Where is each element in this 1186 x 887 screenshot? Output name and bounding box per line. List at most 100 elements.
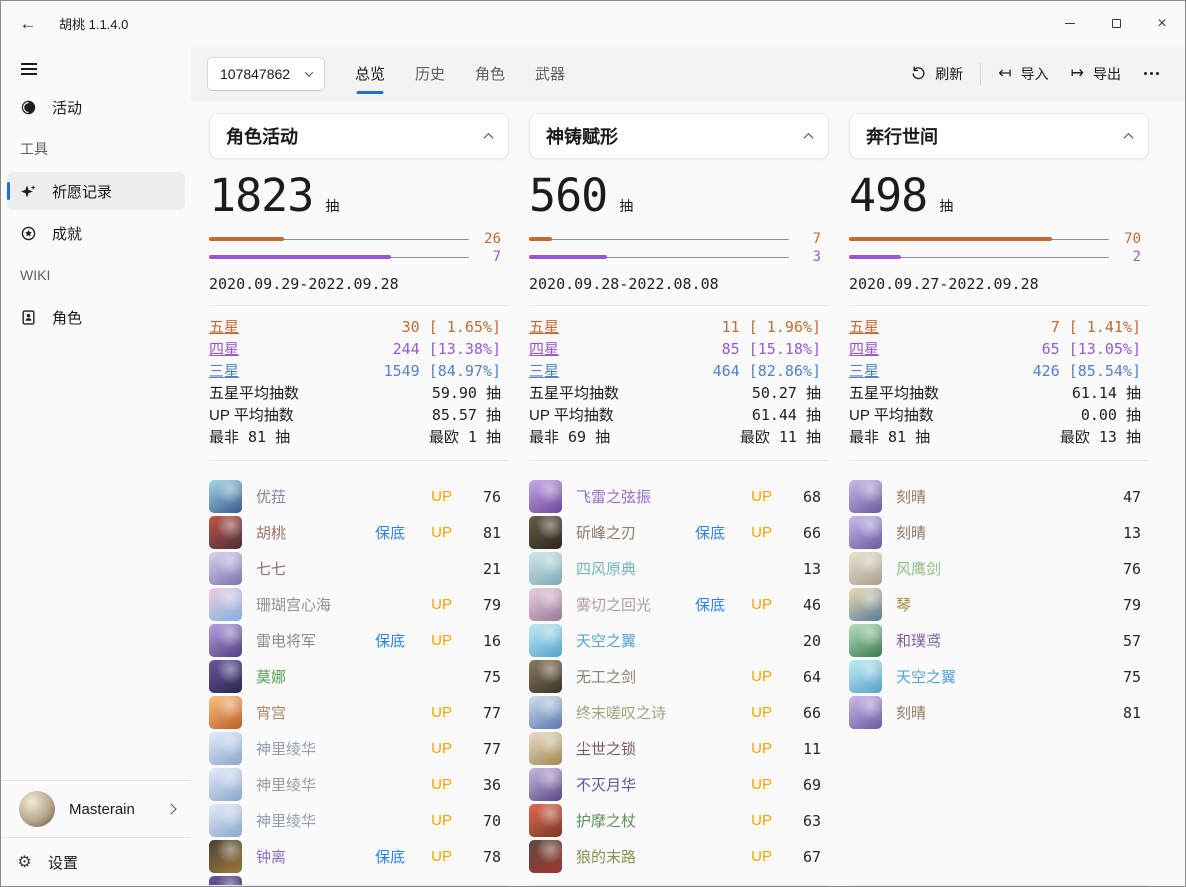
up-badge: UP: [431, 704, 452, 721]
sidebar-item-settings[interactable]: ⚙ 设置: [1, 838, 191, 886]
user-name: Masterain: [69, 801, 167, 818]
pull-item-row: 珊瑚宫心海 保底 UP 79: [209, 587, 501, 623]
up-badge: UP: [431, 848, 452, 865]
avg-up-label: UP 平均抽数: [209, 404, 294, 425]
best-pull-stat: 最欧 13 抽: [1060, 426, 1141, 447]
user-account-row[interactable]: Masterain: [1, 781, 191, 837]
banner-title: 奔行世间: [866, 123, 938, 149]
tab-characters[interactable]: 角色: [475, 46, 505, 101]
sidebar-item-wishes[interactable]: 祈愿记录: [7, 172, 185, 210]
sidebar-item-label: 角色: [52, 307, 82, 328]
best-pull-stat: 最欧 11 抽: [740, 426, 821, 447]
close-button[interactable]: ×: [1139, 1, 1185, 46]
activity-icon: [20, 99, 37, 116]
item-avatar: [209, 552, 242, 585]
sidebar-item-achievements[interactable]: 成就: [7, 214, 185, 252]
maximize-button[interactable]: [1093, 1, 1139, 46]
three-star-link[interactable]: 三星: [209, 360, 239, 381]
avg-five-value: 50.27 抽: [752, 382, 821, 403]
chevron-down-icon: [305, 68, 313, 76]
character-book-icon: [20, 309, 37, 326]
pull-item-row: 和璞鸢 保底 UP 57: [849, 623, 1141, 659]
tab-overview[interactable]: 总览: [355, 46, 385, 101]
banner-header[interactable]: 奔行世间: [849, 113, 1149, 159]
item-name: 神里绫华: [256, 738, 417, 759]
window-controls: ×: [1047, 1, 1185, 46]
refresh-button[interactable]: 刷新: [900, 57, 974, 91]
up-badge: UP: [431, 632, 452, 649]
pull-count: 79: [1119, 596, 1141, 614]
pull-count: 63: [799, 812, 821, 830]
pull-item-row: 刻晴 保底 UP 13: [849, 515, 1141, 551]
four-star-pity-value: 3: [799, 249, 821, 265]
toolbar-actions: 刷新 ↤ 导入 ↦ 导出: [900, 57, 1171, 91]
pull-count: 78: [479, 848, 501, 866]
close-icon: ×: [1157, 16, 1166, 32]
import-button[interactable]: ↤ 导入: [987, 57, 1059, 91]
item-name: 斫峰之刃: [576, 522, 681, 543]
uid-value: 107847862: [220, 66, 290, 82]
item-avatar: [209, 696, 242, 729]
pull-item-row: 钟离 保底 UP 78: [209, 839, 501, 875]
three-star-link[interactable]: 三星: [849, 360, 879, 381]
four-star-link[interactable]: 四星: [529, 338, 559, 359]
item-avatar: [529, 696, 562, 729]
sidebar-item-activity[interactable]: 活动: [7, 88, 185, 126]
item-name: 刻晴: [896, 522, 1105, 543]
five-star-link[interactable]: 五星: [529, 316, 559, 337]
back-arrow-icon: ←: [20, 14, 37, 34]
banner-stats: 五星 30 [ 1.65%] 四星 244 [13.38%] 三星 1549 […: [209, 316, 509, 448]
pull-count: 57: [1119, 632, 1141, 650]
avg-five-label: 五星平均抽数: [209, 382, 299, 403]
three-star-link[interactable]: 三星: [529, 360, 559, 381]
pull-count: 66: [799, 524, 821, 542]
up-badge: UP: [751, 812, 772, 829]
pull-item-row: 四风原典 保底 UP 13: [529, 551, 821, 587]
pull-history-list: 刻晴 保底 UP 47 刻晴 保底 UP 13: [849, 479, 1149, 886]
five-star-link[interactable]: 五星: [209, 316, 239, 337]
five-star-link[interactable]: 五星: [849, 316, 879, 337]
sidebar-item-character-wiki[interactable]: 角色: [7, 298, 185, 336]
pull-count: 13: [799, 560, 821, 578]
five-star-pity-value: 7: [799, 231, 821, 247]
minimize-button[interactable]: [1047, 1, 1093, 46]
collapse-chevron-icon[interactable]: [484, 132, 494, 142]
pull-item-row: 天空之翼 保底 UP 75: [849, 659, 1141, 695]
item-name: 狼的末路: [576, 846, 737, 867]
tab-weapons[interactable]: 武器: [535, 46, 565, 101]
maximize-icon: [1112, 19, 1121, 28]
item-avatar: [849, 696, 882, 729]
four-star-link[interactable]: 四星: [209, 338, 239, 359]
sidebar-section-tools: 工具: [1, 130, 191, 168]
pull-count: 36: [479, 776, 501, 794]
collapse-chevron-icon[interactable]: [804, 132, 814, 142]
item-avatar: [209, 624, 242, 657]
collapse-chevron-icon[interactable]: [1124, 132, 1134, 142]
sidebar-item-label: 设置: [48, 852, 78, 873]
banner-header[interactable]: 神铸赋形: [529, 113, 829, 159]
four-star-link[interactable]: 四星: [849, 338, 879, 359]
up-badge: UP: [751, 776, 772, 793]
item-avatar: [529, 516, 562, 549]
avg-five-label: 五星平均抽数: [849, 382, 939, 403]
progress-fill: [529, 255, 607, 259]
five-star-stat: 7 [ 1.41%]: [1051, 318, 1141, 336]
back-button[interactable]: ←: [13, 9, 43, 39]
banner-header[interactable]: 角色活动: [209, 113, 509, 159]
pull-item-row: 不灭月华 保底 UP 69: [529, 767, 821, 803]
item-name: 莫娜: [256, 666, 465, 687]
tab-history[interactable]: 历史: [415, 46, 445, 101]
title-bar: ← 胡桃 1.1.4.0 ×: [1, 1, 1185, 46]
total-pulls-unit: 抽: [619, 196, 633, 216]
five-star-stat: 30 [ 1.65%]: [402, 318, 501, 336]
item-name: 刻晴: [896, 702, 1105, 723]
worst-pull-stat: 最非 69 抽: [529, 426, 610, 447]
uid-selector[interactable]: 107847862: [207, 57, 325, 91]
nav-toggle-button[interactable]: [1, 52, 191, 86]
pull-item-row: 斫峰之刃 保底 UP 66: [529, 515, 821, 551]
export-button[interactable]: ↦ 导出: [1060, 57, 1132, 91]
toolbar-separator: [980, 63, 981, 85]
more-button[interactable]: [1132, 64, 1171, 83]
item-avatar: [529, 804, 562, 837]
progress-fill: [209, 237, 284, 241]
